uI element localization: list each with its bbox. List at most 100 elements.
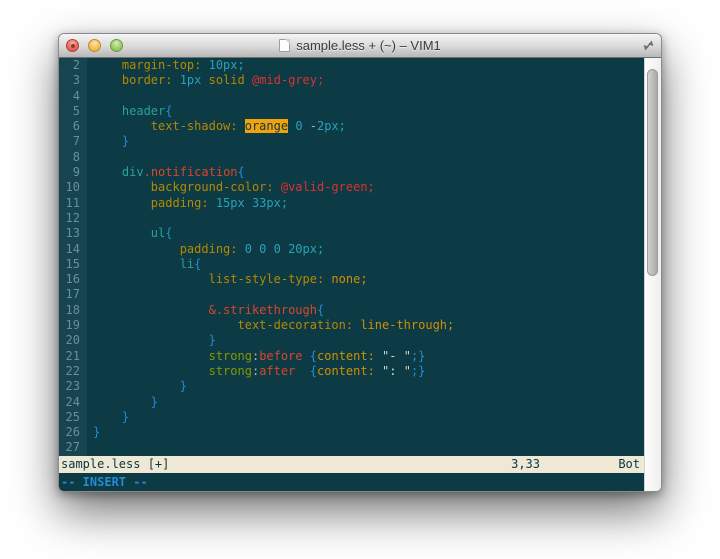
code-text: padding: 0 0 0 20px;	[87, 242, 324, 257]
code-line[interactable]: 23 }	[59, 379, 644, 394]
resize-button[interactable]	[641, 38, 656, 53]
document-icon	[279, 39, 290, 52]
code-line[interactable]: 4	[59, 89, 644, 104]
code-text: }	[87, 379, 187, 394]
vim-mode-indicator: -- INSERT --	[61, 475, 148, 489]
code-line[interactable]: 9 div.notification{	[59, 165, 644, 180]
code-line[interactable]: 20 }	[59, 333, 644, 348]
editor-column: 2 margin-top: 10px;3 border: 1px solid @…	[59, 58, 644, 491]
line-number: 8	[59, 150, 87, 165]
code-line[interactable]: 19 text-decoration: line-through;	[59, 318, 644, 333]
code-text	[87, 150, 93, 165]
code-line[interactable]: 26}	[59, 425, 644, 440]
line-number: 26	[59, 425, 87, 440]
expand-diagonal-icon	[642, 39, 655, 52]
code-text: padding: 15px 33px;	[87, 196, 288, 211]
code-line[interactable]: 18 &.strikethrough{	[59, 303, 644, 318]
code-line[interactable]: 17	[59, 287, 644, 302]
code-text: strong:before {content: "- ";}	[87, 349, 425, 364]
code-line[interactable]: 12	[59, 211, 644, 226]
code-line[interactable]: 13 ul{	[59, 226, 644, 241]
code-text: list-style-type: none;	[87, 272, 368, 287]
line-number: 16	[59, 272, 87, 287]
code-text	[87, 89, 93, 104]
code-text: }	[87, 333, 216, 348]
close-button[interactable]	[66, 39, 79, 52]
search-highlight: orange	[245, 119, 288, 133]
cursor-position: 3,33	[511, 456, 540, 473]
line-number: 19	[59, 318, 87, 333]
code-text: header{	[87, 104, 173, 119]
title-bar[interactable]: sample.less + (~) – VIM1	[59, 34, 661, 58]
code-text: }	[87, 425, 100, 440]
window-body: 2 margin-top: 10px;3 border: 1px solid @…	[59, 58, 661, 491]
code-line[interactable]: 25 }	[59, 410, 644, 425]
zoom-button[interactable]	[110, 39, 123, 52]
code-text	[87, 211, 93, 226]
line-number: 12	[59, 211, 87, 226]
code-text: }	[87, 395, 158, 410]
line-number: 2	[59, 58, 87, 73]
code-text: div.notification{	[87, 165, 245, 180]
code-area[interactable]: 2 margin-top: 10px;3 border: 1px solid @…	[59, 58, 644, 456]
code-line[interactable]: 21 strong:before {content: "- ";}	[59, 349, 644, 364]
window-controls	[66, 34, 123, 57]
code-line[interactable]: 2 margin-top: 10px;	[59, 58, 644, 73]
code-text	[87, 287, 93, 302]
line-number: 21	[59, 349, 87, 364]
code-line[interactable]: 10 background-color: @valid-green;	[59, 180, 644, 195]
code-line[interactable]: 15 li{	[59, 257, 644, 272]
code-line[interactable]: 5 header{	[59, 104, 644, 119]
code-line[interactable]: 14 padding: 0 0 0 20px;	[59, 242, 644, 257]
vim-window: sample.less + (~) – VIM1 2 margin-top: 1…	[58, 33, 662, 492]
code-text: strong:after {content: ": ";}	[87, 364, 425, 379]
line-number: 13	[59, 226, 87, 241]
line-number: 22	[59, 364, 87, 379]
line-number: 15	[59, 257, 87, 272]
line-number: 3	[59, 73, 87, 88]
code-text: background-color: @valid-green;	[87, 180, 375, 195]
scrollbar[interactable]	[644, 58, 661, 491]
code-text: }	[87, 134, 129, 149]
line-number: 24	[59, 395, 87, 410]
code-text: text-shadow: orange 0 -2px;	[87, 119, 346, 134]
code-line[interactable]: 6 text-shadow: orange 0 -2px;	[59, 119, 644, 134]
code-text: li{	[87, 257, 201, 272]
line-number: 25	[59, 410, 87, 425]
code-line[interactable]: 22 strong:after {content: ": ";}	[59, 364, 644, 379]
line-number: 18	[59, 303, 87, 318]
code-line[interactable]: 24 }	[59, 395, 644, 410]
code-line[interactable]: 27	[59, 440, 644, 455]
file-label: sample.less [+]	[61, 456, 169, 473]
desktop-background: sample.less + (~) – VIM1 2 margin-top: 1…	[0, 0, 720, 559]
code-text: text-decoration: line-through;	[87, 318, 454, 333]
code-line[interactable]: 11 padding: 15px 33px;	[59, 196, 644, 211]
code-text: ul{	[87, 226, 172, 241]
line-number: 11	[59, 196, 87, 211]
line-number: 9	[59, 165, 87, 180]
code-line[interactable]: 8	[59, 150, 644, 165]
vim-message-line: -- INSERT --	[59, 473, 644, 491]
line-number: 20	[59, 333, 87, 348]
scroll-position-indicator: Bot	[618, 456, 640, 473]
code-line[interactable]: 7 }	[59, 134, 644, 149]
line-number: 14	[59, 242, 87, 257]
line-number: 7	[59, 134, 87, 149]
code-text: border: 1px solid @mid-grey;	[87, 73, 324, 88]
line-number: 23	[59, 379, 87, 394]
code-text	[87, 440, 93, 455]
code-text: &.strikethrough{	[87, 303, 324, 318]
code-line[interactable]: 16 list-style-type: none;	[59, 272, 644, 287]
scrollbar-thumb[interactable]	[647, 69, 658, 276]
code-text: margin-top: 10px;	[87, 58, 245, 73]
line-number: 27	[59, 440, 87, 455]
line-number: 4	[59, 89, 87, 104]
line-number: 10	[59, 180, 87, 195]
title-group: sample.less + (~) – VIM1	[279, 38, 441, 53]
code-text: }	[87, 410, 129, 425]
window-title: sample.less + (~) – VIM1	[296, 38, 441, 53]
line-number: 5	[59, 104, 87, 119]
code-line[interactable]: 3 border: 1px solid @mid-grey;	[59, 73, 644, 88]
line-number: 17	[59, 287, 87, 302]
minimize-button[interactable]	[88, 39, 101, 52]
